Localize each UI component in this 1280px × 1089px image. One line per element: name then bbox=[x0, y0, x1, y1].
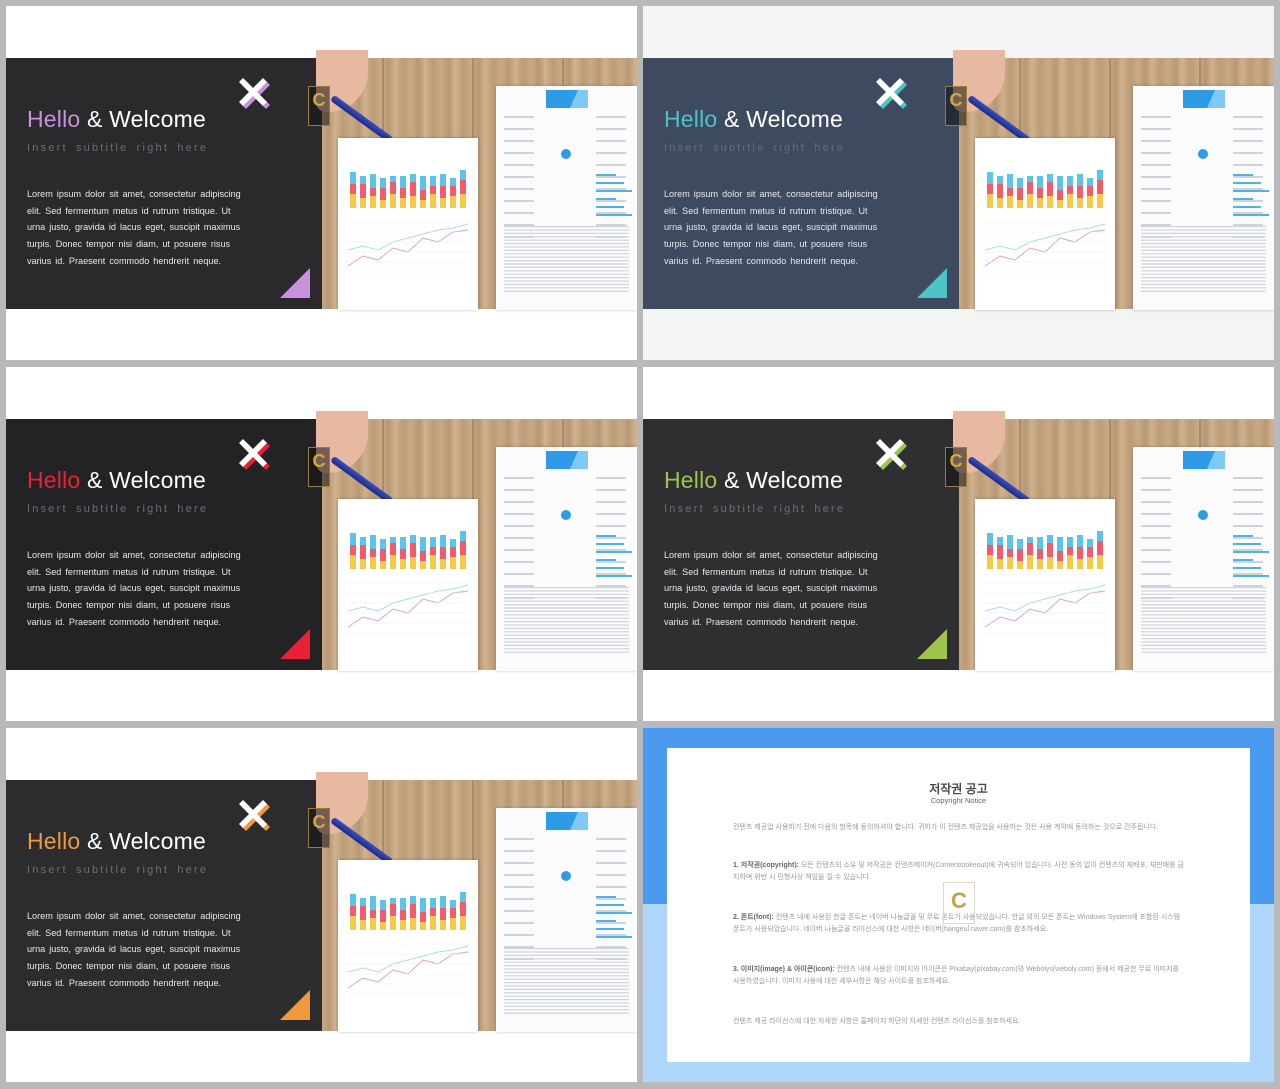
slide-subtitle: Insert subtitle right here bbox=[664, 503, 846, 515]
resume-paper bbox=[496, 447, 637, 671]
cross-icon bbox=[239, 78, 270, 109]
corner-triangle-icon bbox=[280, 990, 310, 1020]
stamp-logo: C bbox=[945, 447, 967, 487]
slide-body-text: Lorem ipsum dolor sit amet, consectetur … bbox=[27, 550, 241, 627]
copyright-notice-slide[interactable]: 저작권 공고 Copyright Notice 컨텐츠 제공업 사용하기 전에 … bbox=[643, 728, 1274, 1082]
title-accent-word: Hello bbox=[664, 106, 718, 132]
desk-photo: C bbox=[945, 411, 1274, 671]
title-accent-word: Hello bbox=[27, 467, 81, 493]
welcome-panel: Hello & Welcome Insert subtitle right he… bbox=[6, 419, 322, 670]
chart-paper bbox=[975, 499, 1115, 671]
pen-image bbox=[966, 94, 1031, 144]
corner-triangle-icon bbox=[280, 629, 310, 659]
slide-title: Hello & Welcome bbox=[27, 828, 206, 855]
cross-icon bbox=[239, 800, 270, 831]
stamp-logo: C bbox=[308, 447, 330, 487]
pen-image bbox=[329, 94, 394, 144]
slide-thumbnail[interactable]: Hello & Welcome Insert subtitle right he… bbox=[6, 6, 637, 360]
copyright-paragraph-3: 3. 이미지(image) & 아이콘(icon): 컨텐츠 내에 사용된 이미… bbox=[733, 966, 1179, 985]
cross-icon bbox=[239, 439, 270, 470]
slide-subtitle: Insert subtitle right here bbox=[27, 142, 209, 154]
corner-triangle-icon bbox=[917, 268, 947, 298]
welcome-panel: Hello & Welcome Insert subtitle right he… bbox=[6, 780, 322, 1031]
copyright-intro: 컨텐츠 제공업 사용하기 전에 다음의 항목에 동의하셔야 합니다. 귀하가 이… bbox=[733, 824, 1159, 831]
copyright-title: 저작권 공고 bbox=[929, 782, 988, 796]
title-rest: & Welcome bbox=[80, 106, 206, 132]
content-logo: C bbox=[943, 882, 975, 924]
slide-subtitle: Insert subtitle right here bbox=[27, 503, 209, 515]
slide-thumbnail[interactable]: Hello & Welcome Insert subtitle right he… bbox=[643, 6, 1274, 360]
corner-triangle-icon bbox=[917, 629, 947, 659]
copyright-outro: 컨텐츠 제공 라이선스에 대한 자세한 사항은 홈페이지 하단의 자세한 컨텐츠… bbox=[733, 1018, 1021, 1025]
stamp-logo: C bbox=[945, 86, 967, 126]
title-rest: & Welcome bbox=[80, 828, 206, 854]
resume-paper bbox=[1133, 86, 1274, 310]
stamp-logo: C bbox=[308, 86, 330, 126]
cross-icon bbox=[876, 439, 907, 470]
slide-title: Hello & Welcome bbox=[27, 106, 206, 133]
pen-image bbox=[329, 816, 394, 866]
welcome-panel: Hello & Welcome Insert subtitle right he… bbox=[643, 58, 959, 309]
title-rest: & Welcome bbox=[80, 467, 206, 493]
chart-paper bbox=[338, 860, 478, 1032]
chart-paper bbox=[338, 138, 478, 310]
stamp-logo: C bbox=[308, 808, 330, 848]
slide-body-text: Lorem ipsum dolor sit amet, consectetur … bbox=[27, 911, 241, 988]
resume-paper bbox=[496, 808, 637, 1032]
title-accent-word: Hello bbox=[664, 467, 718, 493]
slide-body-text: Lorem ipsum dolor sit amet, consectetur … bbox=[664, 550, 878, 627]
copyright-card: 저작권 공고 Copyright Notice 컨텐츠 제공업 사용하기 전에 … bbox=[667, 748, 1250, 1062]
title-rest: & Welcome bbox=[717, 106, 843, 132]
resume-paper bbox=[1133, 447, 1274, 671]
desk-photo: C bbox=[308, 772, 637, 1032]
slide-subtitle: Insert subtitle right here bbox=[27, 864, 209, 876]
resume-paper bbox=[496, 86, 637, 310]
desk-photo: C bbox=[308, 50, 637, 310]
chart-paper bbox=[975, 138, 1115, 310]
slide-title: Hello & Welcome bbox=[27, 467, 206, 494]
pen-image bbox=[966, 455, 1031, 505]
copyright-subtitle: Copyright Notice bbox=[930, 796, 987, 805]
welcome-panel: Hello & Welcome Insert subtitle right he… bbox=[6, 58, 322, 309]
copyright-paragraph-1: 1. 저작권(copyright): 모든 컨텐츠의 소유 및 저작권은 컨텐츠… bbox=[733, 862, 1184, 881]
title-rest: & Welcome bbox=[717, 467, 843, 493]
slide-thumbnail[interactable]: Hello & Welcome Insert subtitle right he… bbox=[6, 367, 637, 721]
corner-triangle-icon bbox=[280, 268, 310, 298]
slide-body-text: Lorem ipsum dolor sit amet, consectetur … bbox=[27, 189, 241, 266]
slide-body-text: Lorem ipsum dolor sit amet, consectetur … bbox=[664, 189, 878, 266]
slide-thumbnail[interactable]: Hello & Welcome Insert subtitle right he… bbox=[643, 367, 1274, 721]
title-accent-word: Hello bbox=[27, 106, 81, 132]
welcome-panel: Hello & Welcome Insert subtitle right he… bbox=[643, 419, 959, 670]
pen-image bbox=[329, 455, 394, 505]
desk-photo: C bbox=[945, 50, 1274, 310]
slide-title: Hello & Welcome bbox=[664, 467, 843, 494]
title-accent-word: Hello bbox=[27, 828, 81, 854]
chart-paper bbox=[338, 499, 478, 671]
desk-photo: C bbox=[308, 411, 637, 671]
slide-thumbnail[interactable]: Hello & Welcome Insert subtitle right he… bbox=[6, 728, 637, 1082]
slide-title: Hello & Welcome bbox=[664, 106, 843, 133]
slide-subtitle: Insert subtitle right here bbox=[664, 142, 846, 154]
cross-icon bbox=[876, 78, 907, 109]
